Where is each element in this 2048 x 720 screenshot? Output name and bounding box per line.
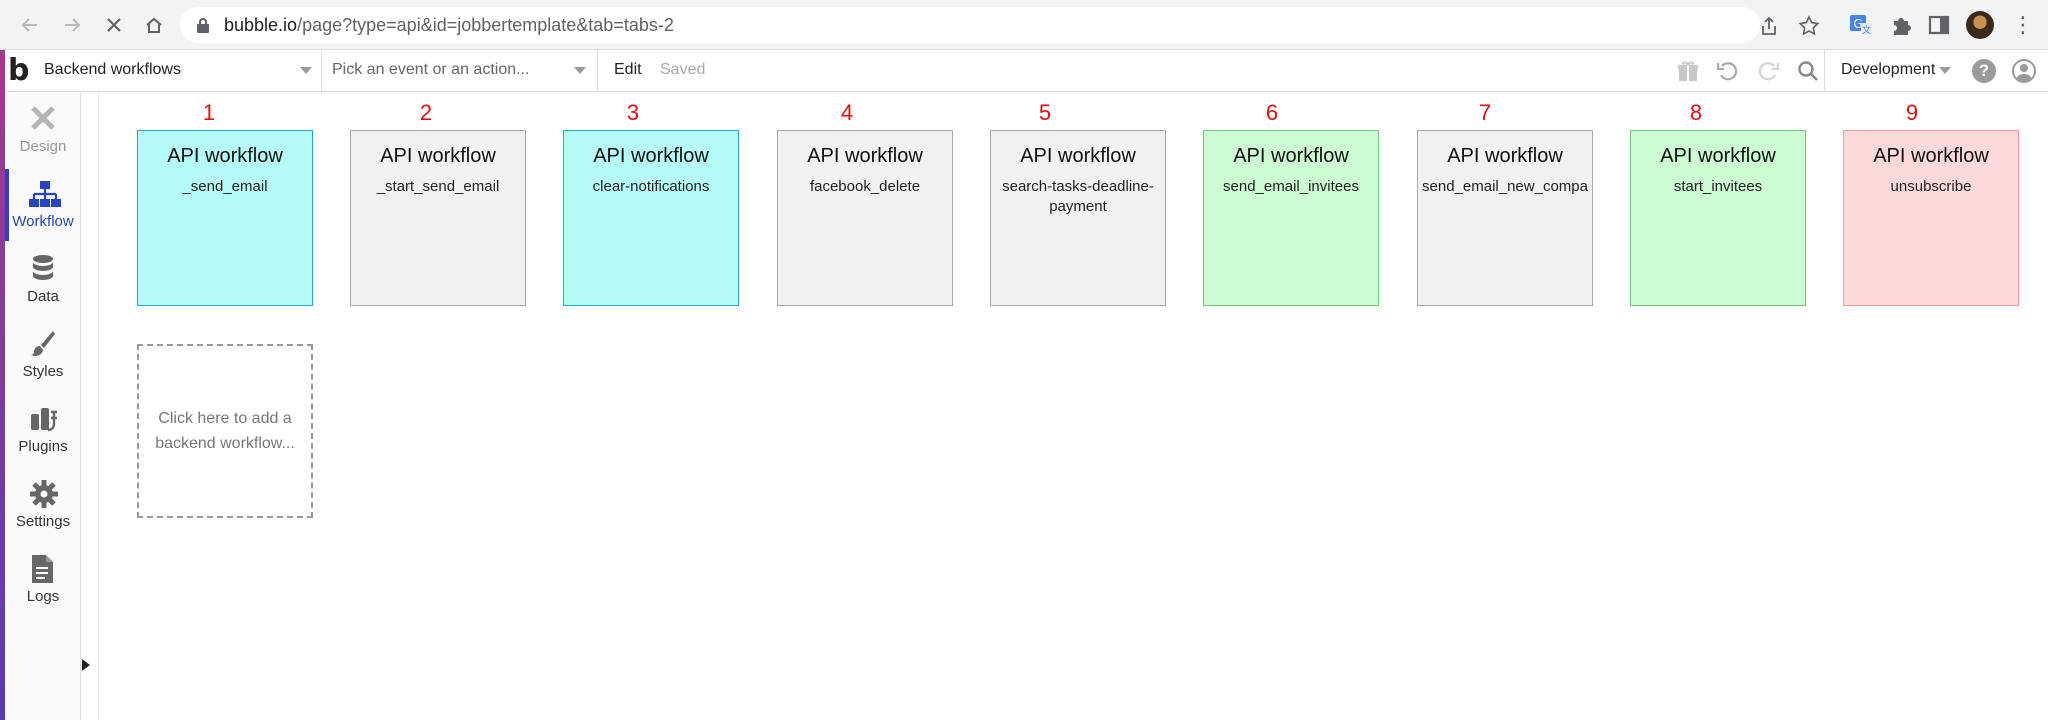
add-workflow-label: Click here to add a backend workflow... (155, 410, 295, 452)
editor-sidebar: Design Workflow Data Styles Plugins Sett… (5, 92, 81, 720)
workflow-card-title: API workflow (1873, 145, 1989, 167)
profile-avatar[interactable] (1966, 11, 1994, 39)
sidebar-item-design[interactable]: Design (5, 92, 81, 167)
event-action-picker[interactable]: Pick an event or an action... (322, 50, 598, 92)
sidebar-item-data[interactable]: Data (5, 242, 81, 317)
sidebar-item-label: Plugins (18, 438, 68, 455)
sidebar-item-logs[interactable]: Logs (5, 542, 81, 617)
editor-toolbar: b Backend workflows Pick an event or an … (0, 50, 2048, 92)
api-workflow-card[interactable]: API workflow search-tasks-deadline-payme… (990, 130, 1166, 306)
environment-selector[interactable]: Development (1824, 50, 1960, 92)
brush-icon (31, 331, 55, 356)
workflow-card-title: API workflow (167, 145, 283, 167)
annotation-number: 5 (1038, 100, 1052, 125)
collapse-panel-toggle-icon[interactable] (82, 659, 90, 671)
lock-icon (197, 18, 209, 33)
environment-label: Development (1841, 61, 1936, 78)
api-workflow-card[interactable]: API workflow _send_email (137, 130, 313, 306)
workflow-card-name: _start_send_email (376, 178, 500, 195)
gift-icon[interactable] (1676, 59, 1700, 83)
stop-loading-icon[interactable] (100, 11, 128, 39)
sidebar-item-label: Styles (22, 363, 64, 380)
canvas-divider (98, 92, 99, 720)
workflow-card-name: clear-notifications (592, 178, 710, 195)
annotation-number: 2 (419, 100, 433, 125)
forward-arrow-icon[interactable] (58, 11, 86, 39)
search-icon[interactable] (1796, 59, 1820, 83)
add-backend-workflow-button[interactable]: Click here to add a backend workflow... (137, 344, 313, 518)
database-icon (33, 255, 53, 280)
sidebar-item-settings[interactable]: Settings (5, 467, 81, 542)
workflow-card-name: search-tasks-deadline-payment (1002, 178, 1154, 215)
share-icon[interactable] (1758, 15, 1780, 37)
undo-icon[interactable] (1716, 59, 1740, 83)
edit-menu[interactable]: Edit (614, 61, 642, 79)
api-workflow-card[interactable]: API workflow clear-notifications (563, 130, 739, 306)
side-panel-icon[interactable] (1926, 12, 1952, 38)
annotation-number: 3 (626, 100, 640, 125)
annotation-number: 8 (1689, 100, 1703, 125)
api-workflow-card[interactable]: API workflow _start_send_email (350, 130, 526, 306)
workflow-card-title: API workflow (593, 145, 709, 167)
workflow-card-title: API workflow (1447, 145, 1563, 167)
more-menu-icon[interactable]: ⋮ (2012, 12, 2034, 38)
sidebar-item-styles[interactable]: Styles (5, 317, 81, 392)
address-bar[interactable]: bubble.io/page?type=api&id=jobbertemplat… (180, 7, 1820, 43)
api-workflow-card[interactable]: API workflow start_invitees (1630, 130, 1806, 306)
account-icon[interactable] (2012, 59, 2036, 83)
translate-extension-icon[interactable]: G文 (1848, 12, 1874, 38)
chevron-down-icon (300, 67, 312, 74)
api-workflow-card[interactable]: API workflow unsubscribe (1843, 130, 2019, 306)
annotation-number: 6 (1265, 100, 1279, 125)
chevron-down-icon (574, 67, 586, 74)
workflow-card-name: facebook_delete (809, 178, 921, 195)
annotation-number: 7 (1478, 100, 1492, 125)
sidebar-item-label: Data (27, 288, 59, 305)
plug-icon (31, 408, 57, 432)
chevron-down-icon (1939, 67, 1951, 74)
save-status: Saved (660, 61, 706, 78)
workflow-card-name: unsubscribe (1890, 178, 1972, 195)
workflow-card-title: API workflow (1233, 145, 1349, 167)
annotation-number: 9 (1905, 100, 1919, 125)
annotation-number: 1 (202, 100, 216, 125)
workflow-card-title: API workflow (807, 145, 923, 167)
page-selector[interactable]: Backend workflows (34, 50, 322, 92)
puzzle-extensions-icon[interactable] (1888, 12, 1914, 38)
bookmark-star-icon[interactable] (1798, 15, 1820, 37)
back-arrow-icon[interactable] (16, 11, 44, 39)
event-action-placeholder: Pick an event or an action... (332, 61, 530, 78)
home-icon[interactable] (140, 11, 168, 39)
sidebar-item-plugins[interactable]: Plugins (5, 392, 81, 467)
sidebar-item-label: Design (19, 138, 67, 155)
bubble-logo[interactable]: b (8, 56, 29, 86)
sidebar-item-label: Settings (15, 513, 71, 530)
workflow-card-name: send_email_invitees (1223, 178, 1359, 195)
document-icon (32, 555, 53, 583)
workflow-icon (29, 181, 61, 207)
api-workflow-card[interactable]: API workflow facebook_delete (777, 130, 953, 306)
api-workflow-card[interactable]: API workflow send_email_invitees (1203, 130, 1379, 306)
workflow-card-name: start_invitees (1673, 178, 1763, 195)
help-icon[interactable]: ? (1972, 59, 1996, 83)
gear-icon (30, 480, 58, 508)
sidebar-item-workflow[interactable]: Workflow (5, 167, 81, 242)
design-icon (31, 106, 55, 130)
redo-icon[interactable] (1756, 59, 1780, 83)
api-workflow-card[interactable]: API workflow send_email_new_compa (1417, 130, 1593, 306)
browser-toolbar: bubble.io/page?type=api&id=jobbertemplat… (0, 0, 2048, 50)
url-text: bubble.io/page?type=api&id=jobbertemplat… (224, 15, 674, 35)
workflow-card-name: _send_email (182, 178, 268, 195)
workflow-card-title: API workflow (1660, 145, 1776, 167)
workflow-card-name: send_email_new_compa (1422, 178, 1588, 195)
annotation-number: 4 (840, 100, 854, 125)
sidebar-item-label: Workflow (12, 213, 74, 230)
workflow-card-title: API workflow (1020, 145, 1136, 167)
page-selector-label: Backend workflows (44, 61, 181, 78)
sidebar-item-label: Logs (26, 588, 60, 605)
svg-text:文: 文 (1862, 24, 1871, 36)
workflow-card-title: API workflow (380, 145, 496, 167)
